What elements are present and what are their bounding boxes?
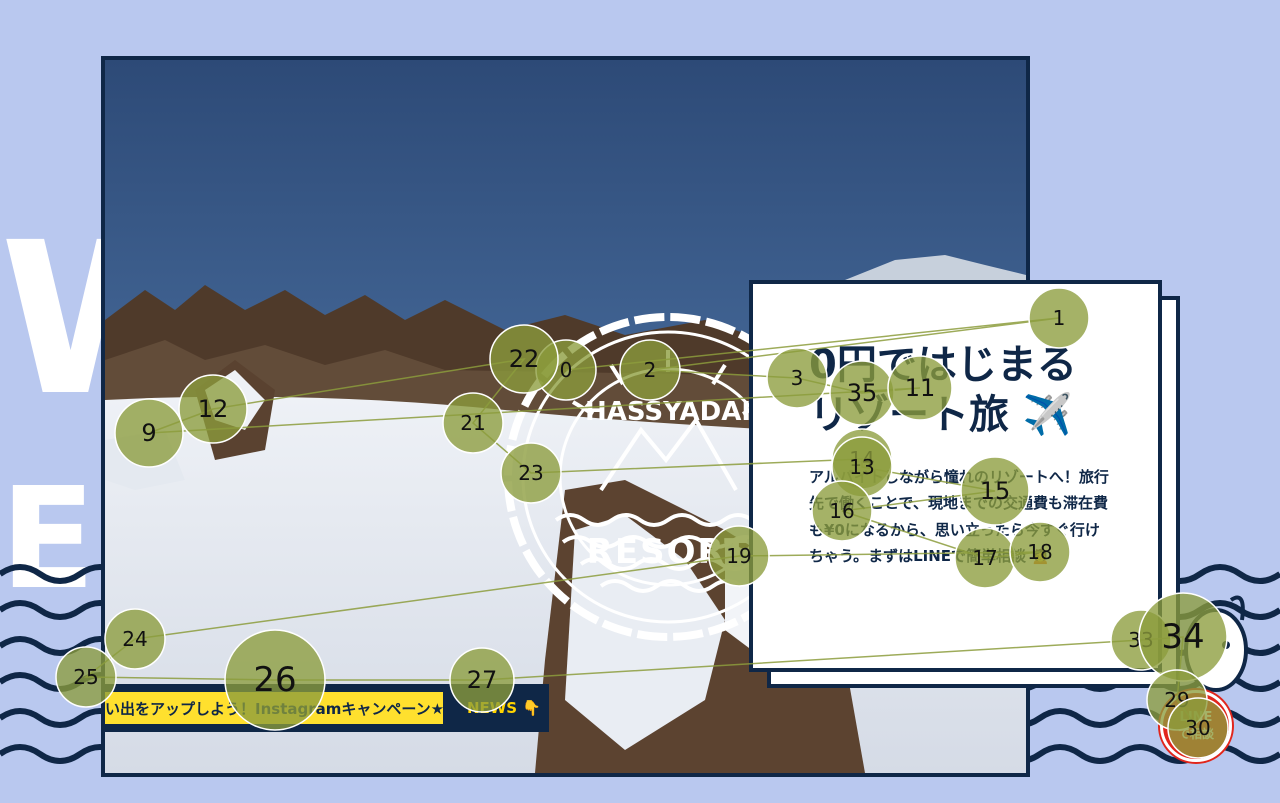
- card-body: アルバイトしながら憧れのリゾートへ！旅行先で働くことで、現地までの交通費も滞在費…: [809, 468, 1109, 565]
- card-title: 0円ではじまる リゾート旅 ✈️: [809, 342, 1077, 438]
- line-consult-top: LINE: [1179, 710, 1213, 725]
- news-bar[interactable]: の思い出をアップしよう！Instagramキャンペーン★ NEWS 👇: [101, 684, 549, 732]
- emblem-brand-bottom: RESORT: [587, 532, 750, 572]
- news-ticker[interactable]: の思い出をアップしよう！Instagramキャンペーン★: [101, 692, 443, 724]
- line-consult-bottom: で相談: [1177, 727, 1214, 741]
- emblem-brand-top: HASSYADAI: [585, 397, 751, 427]
- mascot-illustration: [1184, 595, 1248, 692]
- news-label[interactable]: NEWS 👇: [467, 699, 541, 717]
- line-consult-button[interactable]: LINE で相談: [1160, 690, 1232, 762]
- intro-card: 0円ではじまる リゾート旅 ✈️ アルバイトしながら憧れのリゾートへ！旅行先で働…: [749, 280, 1162, 672]
- news-ticker-text: の思い出をアップしよう！Instagramキャンペーン★: [101, 699, 443, 718]
